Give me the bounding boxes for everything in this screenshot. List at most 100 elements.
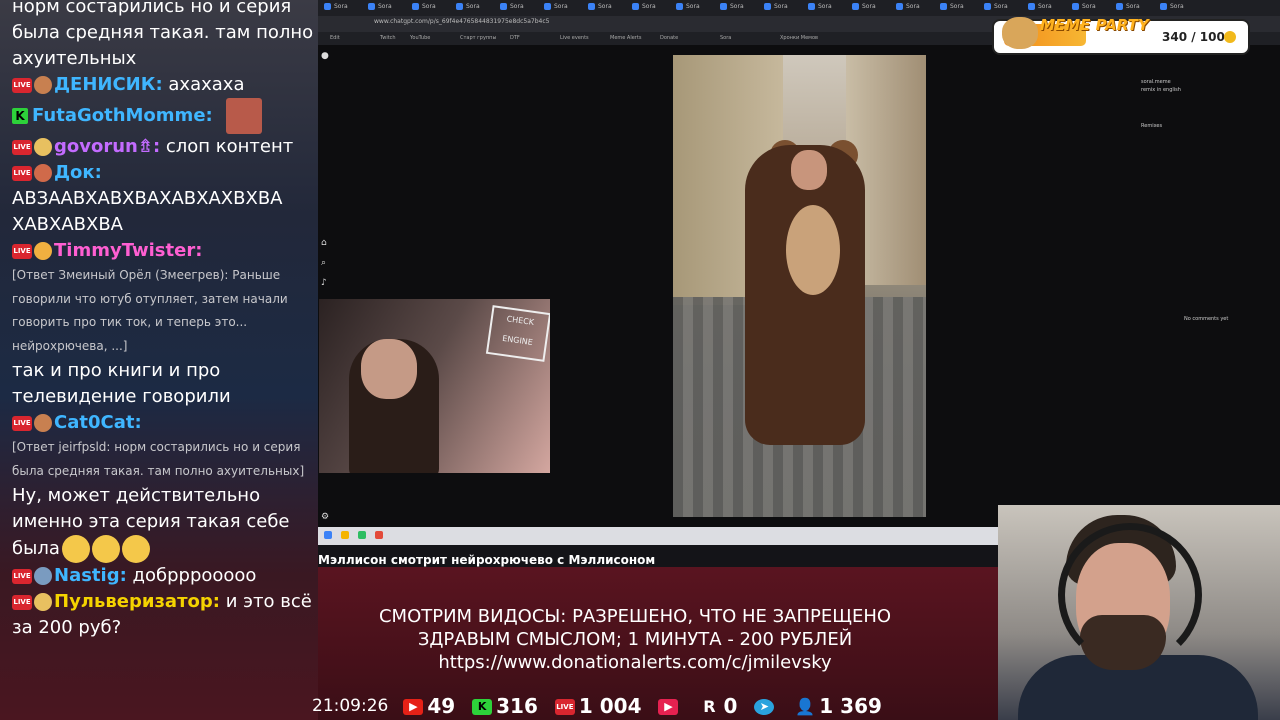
bookmark-item[interactable]: DTF <box>510 35 520 41</box>
browser-tab[interactable]: Sora <box>1028 3 1068 14</box>
bookmark-item[interactable]: Twitch <box>380 35 396 41</box>
browser-tab[interactable]: Sora <box>896 3 936 14</box>
live-badge-icon: LIVE <box>12 139 32 155</box>
chat-username[interactable]: ДЕНИСИК: <box>54 74 163 95</box>
tab-favicon-icon <box>588 3 595 10</box>
tab-label: Sora <box>334 3 348 10</box>
chat-username[interactable]: Док: <box>54 162 102 183</box>
youtube-viewers: ▶ 49 <box>403 694 455 718</box>
tab-label: Sora <box>1170 3 1184 10</box>
bookmark-item[interactable]: YouTube <box>410 35 430 41</box>
browser-tab[interactable]: Sora <box>544 3 584 14</box>
video-player[interactable] <box>673 55 926 517</box>
bookmark-item[interactable]: Старт группы <box>460 35 496 41</box>
tab-favicon-icon <box>676 3 683 10</box>
explorer-icon[interactable] <box>341 531 349 539</box>
chrome-icon[interactable] <box>375 531 383 539</box>
url-text[interactable]: www.chatgpt.com/p/s_69f4e4765844831975e8… <box>374 18 549 25</box>
browser-tab[interactable]: Sora <box>852 3 892 14</box>
remixes-label[interactable]: Remixes <box>1141 123 1162 129</box>
settings-icon[interactable]: ⚙ <box>321 512 331 522</box>
browser-tab[interactable]: Sora <box>720 3 760 14</box>
chat-message: LIVE Cat0Cat: [Ответ jeirfpsld: норм соста… <box>12 410 314 563</box>
tab-favicon-icon <box>1072 3 1079 10</box>
search-icon[interactable]: ⌕ <box>321 258 331 268</box>
chat-message: LIVE Nastig: добрррооооо <box>12 563 314 589</box>
clock: 21:09:26 <box>312 695 389 716</box>
shushing-face-icon <box>91 535 120 563</box>
app-logo-icon[interactable]: ● <box>321 51 331 61</box>
tab-favicon-icon <box>984 3 991 10</box>
telegram-icon: ➤ <box>754 699 775 715</box>
bookmark-item[interactable]: Live events <box>560 35 589 41</box>
chat-username[interactable]: govorun⇯: <box>54 136 160 157</box>
tab-label: Sora <box>598 3 612 10</box>
author-handle[interactable]: soral.meme <box>1141 79 1171 85</box>
chat-username[interactable]: Cat0Cat: <box>54 412 142 433</box>
bookmark-item[interactable]: Edit <box>330 35 340 41</box>
chat-username[interactable]: Пульверизатор: <box>54 591 220 612</box>
app-icon[interactable] <box>358 531 366 539</box>
chat-username[interactable]: Nastig: <box>54 565 127 586</box>
browser-tab[interactable]: Sora <box>1116 3 1156 14</box>
tab-favicon-icon <box>500 3 507 10</box>
monkey-belly <box>786 205 840 295</box>
bell-icon[interactable]: ♪ <box>321 278 331 288</box>
home-icon[interactable]: ⌂ <box>321 238 331 248</box>
tab-label: Sora <box>950 3 964 10</box>
rutube-icon: R <box>703 697 716 716</box>
browser-tab[interactable]: Sora <box>456 3 496 14</box>
tab-label: Sora <box>994 3 1008 10</box>
browser-tab[interactable]: Sora <box>984 3 1024 14</box>
tab-favicon-icon <box>544 3 551 10</box>
monkey-costume <box>745 145 865 445</box>
donation-url[interactable]: https://www.donationalerts.com/c/jmilevs… <box>318 651 952 674</box>
no-comments-text: No comments yet <box>1184 316 1229 322</box>
total-viewers: 👤 1 369 <box>795 694 882 718</box>
browser-tab[interactable]: Sora <box>940 3 980 14</box>
browser-tab[interactable]: Sora <box>764 3 804 14</box>
windows-start-icon[interactable] <box>324 531 332 539</box>
bookmark-item[interactable]: Donate <box>660 35 678 41</box>
browser-tab[interactable]: Sora <box>324 3 364 14</box>
user-emote-icon <box>34 138 52 156</box>
streamer-webcam <box>998 505 1280 720</box>
browser-tab[interactable]: Sora <box>1072 3 1112 14</box>
chat-username[interactable]: FutaGothMomme: <box>32 105 213 126</box>
tab-favicon-icon <box>368 3 375 10</box>
tab-label: Sora <box>466 3 480 10</box>
chat-username[interactable]: TimmyTwister: <box>54 240 202 261</box>
bookmark-item[interactable]: Sora <box>720 35 731 41</box>
rutube-viewers: R0 <box>699 694 737 718</box>
browser-tab[interactable]: Sora <box>632 3 672 14</box>
browser-tab[interactable]: Sora <box>368 3 408 14</box>
kick-badge-icon: K <box>12 108 28 124</box>
browser-tab[interactable]: Sora <box>412 3 452 14</box>
shushing-face-icon <box>61 535 90 563</box>
bookmark-item[interactable]: Meme Alerts <box>610 35 641 41</box>
youtube-count: 49 <box>427 693 456 718</box>
tab-label: Sora <box>686 3 700 10</box>
browser-tab[interactable]: Sora <box>500 3 540 14</box>
tab-label: Sora <box>554 3 568 10</box>
headset-icon <box>1058 523 1202 667</box>
vklive-viewers: LIVE 1 004 <box>554 694 642 718</box>
remix-text: remix in english <box>1141 87 1181 93</box>
browser-tab[interactable]: Sora <box>1160 3 1200 14</box>
tab-label: Sora <box>378 3 392 10</box>
tab-favicon-icon <box>1028 3 1035 10</box>
vk-video-icon: ▶ <box>658 699 679 715</box>
bookmark-item[interactable]: Хронки Мемов <box>780 35 818 41</box>
browser-tab[interactable]: Sora <box>676 3 716 14</box>
user-emote-icon <box>34 567 52 585</box>
browser-tab[interactable]: Sora <box>588 3 628 14</box>
browser-tab[interactable]: Sora <box>808 3 848 14</box>
chat-message: LIVE govorun⇯: слоп контент <box>12 134 314 160</box>
meme-party-score: 340 / 1000 <box>1162 30 1234 44</box>
chat-text: так и про книги и про телевидение говори… <box>12 360 231 407</box>
user-icon: 👤 <box>795 697 816 716</box>
kick-viewers: K 316 <box>472 694 538 718</box>
tab-favicon-icon <box>1116 3 1123 10</box>
tab-label: Sora <box>1082 3 1096 10</box>
chat-reply-quote: [Ответ jeirfpsld: норм состарились но и … <box>12 440 305 478</box>
